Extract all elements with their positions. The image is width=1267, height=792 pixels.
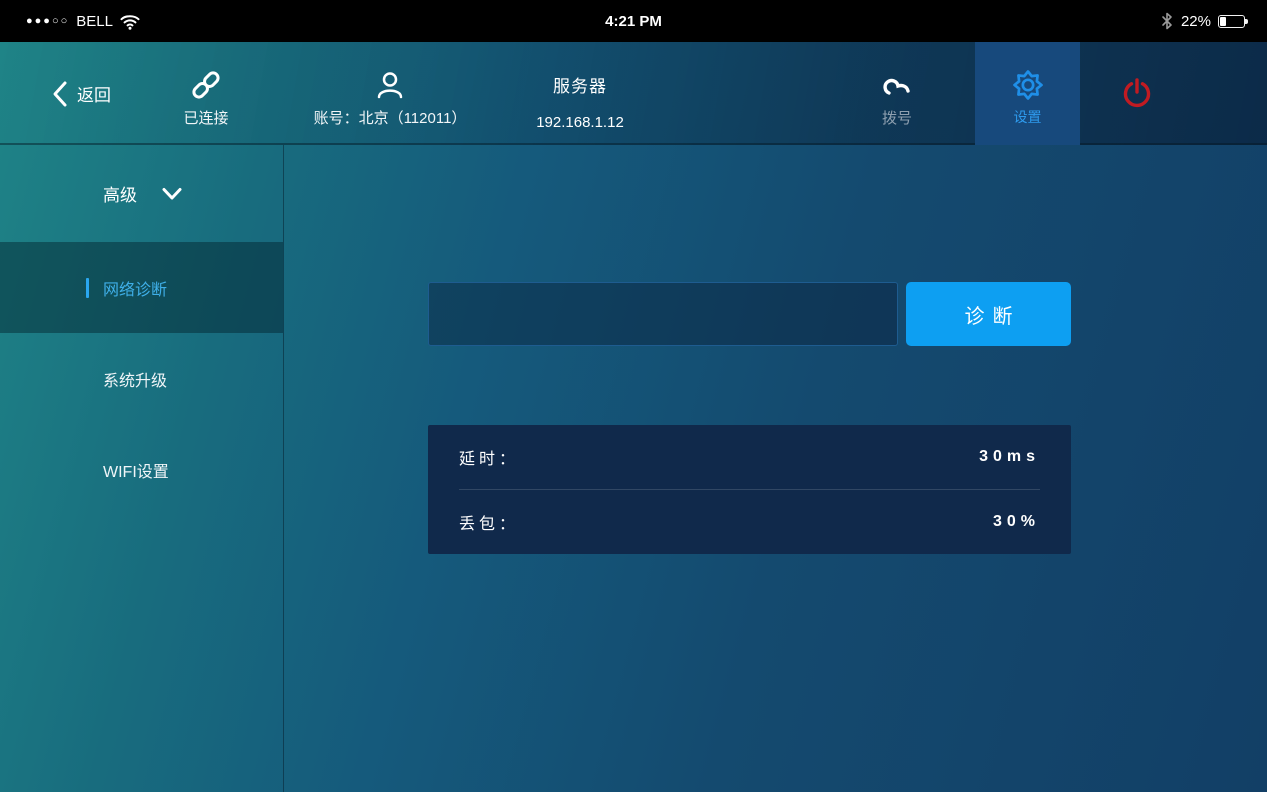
clock: 4:21 PM bbox=[0, 0, 1267, 42]
screen: ●●●○○ BELL 4:21 PM 22% bbox=[0, 0, 1267, 792]
main-content: 诊断 延时： 30ms 丢包： 30% bbox=[284, 145, 1267, 792]
back-label: 返回 bbox=[77, 81, 111, 106]
diagnose-button[interactable]: 诊断 bbox=[906, 282, 1071, 346]
sidebar-item-label: 网络诊断 bbox=[103, 276, 167, 300]
battery-percent: 22% bbox=[1181, 13, 1211, 30]
dial-button[interactable]: 拨号 bbox=[860, 42, 934, 145]
connection-status[interactable]: 已连接 bbox=[168, 42, 244, 145]
settings-label: 设置 bbox=[1014, 107, 1042, 127]
selected-item-marker bbox=[86, 278, 89, 298]
server-title: 服务器 bbox=[553, 72, 607, 97]
result-row-packet-loss: 丢包： 30% bbox=[428, 490, 1071, 554]
latency-value: 30ms bbox=[979, 448, 1040, 466]
server-address: 192.168.1.12 bbox=[536, 114, 624, 131]
account-info: 账号：北京（112011） bbox=[295, 42, 485, 145]
server-info: 服务器 192.168.1.12 bbox=[510, 42, 650, 145]
connection-label: 已连接 bbox=[183, 107, 228, 128]
battery-fill bbox=[1220, 17, 1226, 26]
back-button[interactable]: 返回 bbox=[52, 42, 111, 145]
battery-nub bbox=[1245, 19, 1248, 24]
packet-loss-value: 30% bbox=[993, 513, 1040, 531]
link-icon bbox=[188, 68, 224, 102]
top-nav: 返回 已连接 bbox=[0, 42, 1267, 145]
sidebar-item-network-diagnosis[interactable]: 网络诊断 bbox=[0, 242, 283, 333]
battery-icon bbox=[1218, 15, 1245, 28]
bluetooth-icon bbox=[1160, 11, 1174, 31]
results-panel: 延时： 30ms 丢包： 30% bbox=[428, 425, 1071, 554]
status-bar: ●●●○○ BELL 4:21 PM 22% bbox=[0, 0, 1267, 42]
dial-label: 拨号 bbox=[882, 107, 912, 128]
user-icon bbox=[374, 68, 406, 102]
diagnose-input[interactable] bbox=[428, 282, 898, 346]
sidebar-item-label: WIFI设置 bbox=[103, 458, 169, 482]
sidebar-item-system-upgrade[interactable]: 系统升级 bbox=[0, 333, 283, 424]
phone-icon bbox=[879, 68, 915, 102]
status-bar-right: 22% bbox=[1160, 0, 1245, 42]
power-button[interactable] bbox=[1108, 42, 1166, 145]
gear-icon bbox=[1010, 68, 1046, 102]
app-background: 返回 已连接 bbox=[0, 42, 1267, 792]
sidebar: 高级 网络诊断 系统升级 WIFI设置 bbox=[0, 145, 284, 792]
account-label: 账号：北京（112011） bbox=[314, 107, 467, 128]
sidebar-item-label: 系统升级 bbox=[103, 367, 167, 391]
latency-label: 延时： bbox=[459, 445, 519, 469]
sidebar-group-advanced[interactable]: 高级 bbox=[0, 145, 283, 242]
result-row-latency: 延时： 30ms bbox=[428, 425, 1071, 489]
sidebar-group-label: 高级 bbox=[103, 181, 137, 206]
tab-settings[interactable]: 设置 bbox=[975, 42, 1080, 145]
chevron-down-icon bbox=[161, 187, 183, 201]
sidebar-item-wifi-settings[interactable]: WIFI设置 bbox=[0, 424, 283, 515]
power-icon bbox=[1120, 77, 1154, 111]
chevron-left-icon bbox=[52, 80, 68, 108]
packet-loss-label: 丢包： bbox=[459, 510, 519, 534]
